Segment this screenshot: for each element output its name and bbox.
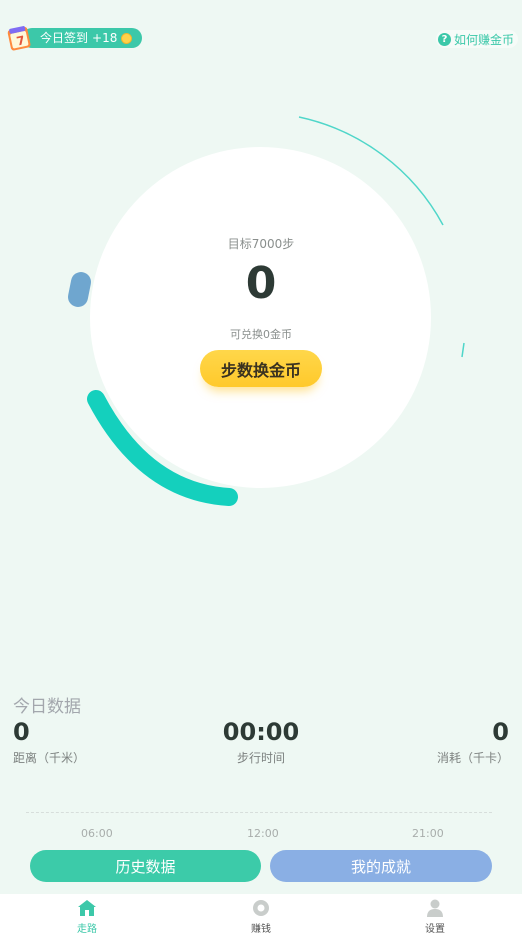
nav-item-walk[interactable]: 走路 — [0, 894, 174, 940]
timeline-baseline — [26, 812, 492, 813]
ring-small-mark — [461, 342, 465, 358]
timeline-tick: 21:00 — [412, 827, 444, 840]
calorie-label: 消耗（千卡） — [436, 751, 509, 765]
nav-label-walk: 走路 — [77, 924, 97, 935]
timeline-tick: 12:00 — [247, 827, 279, 840]
exchangeable-coins: 可兑换0金币 — [230, 328, 292, 341]
today-data-title: 今日数据 — [13, 697, 81, 717]
nav-item-earn[interactable]: 赚钱 — [174, 894, 348, 940]
calendar-icon: 7 — [7, 26, 31, 51]
profile-icon — [427, 899, 443, 917]
nav-item-settings[interactable]: 设置 — [348, 894, 522, 940]
bottom-nav: 走路 赚钱 设置 — [0, 894, 522, 940]
walk-time-value: 00:00 — [222, 718, 300, 746]
calorie-value: 0 — [492, 718, 509, 746]
achievements-button[interactable]: 我的成就 — [270, 850, 492, 882]
walk-home-icon — [78, 900, 96, 916]
nav-label-settings: 设置 — [425, 924, 445, 935]
goal-text: 目标7000步 — [227, 237, 295, 251]
timeline-tick: 06:00 — [81, 827, 113, 840]
steps-circle — [90, 147, 431, 488]
convert-steps-button[interactable]: 步数换金币 — [200, 350, 322, 387]
step-count: 0 — [245, 258, 277, 309]
history-data-button[interactable]: 历史数据 — [30, 850, 261, 882]
earn-coin-icon — [253, 900, 269, 916]
nav-label-earn: 赚钱 — [251, 924, 271, 935]
